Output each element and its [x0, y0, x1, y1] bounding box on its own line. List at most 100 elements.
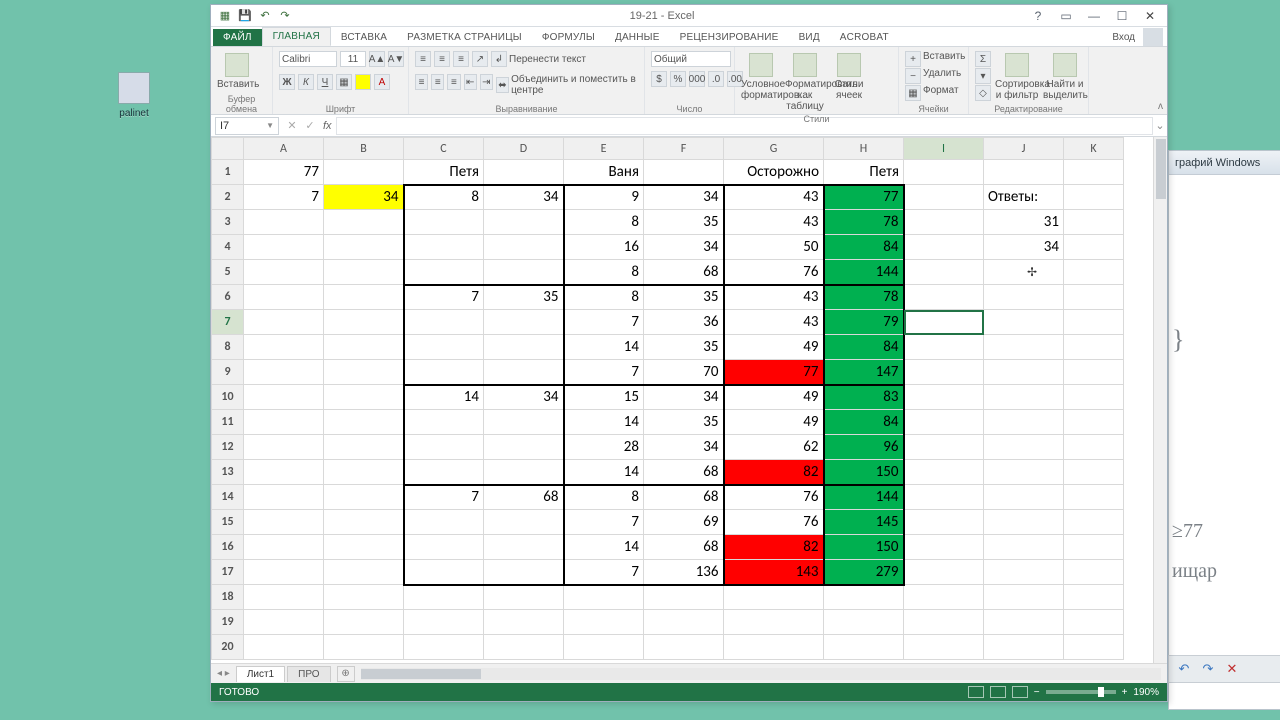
- cell[interactable]: [1064, 310, 1124, 335]
- cell[interactable]: 144: [824, 260, 904, 285]
- row-header[interactable]: 9: [212, 360, 244, 385]
- cell[interactable]: [404, 510, 484, 535]
- cell[interactable]: [484, 235, 564, 260]
- cell[interactable]: [324, 510, 404, 535]
- cell[interactable]: [244, 560, 324, 585]
- cell[interactable]: 68: [644, 485, 724, 510]
- decrease-font-icon[interactable]: A▼: [388, 51, 404, 67]
- underline-button[interactable]: Ч: [317, 74, 333, 90]
- column-header[interactable]: C: [404, 138, 484, 160]
- cell[interactable]: 96: [824, 435, 904, 460]
- cell[interactable]: [984, 460, 1064, 485]
- cell[interactable]: [484, 585, 564, 610]
- cell[interactable]: [984, 335, 1064, 360]
- clear-icon[interactable]: ◇: [975, 85, 991, 101]
- cell[interactable]: [904, 385, 984, 410]
- cell[interactable]: [984, 485, 1064, 510]
- cell[interactable]: [904, 185, 984, 210]
- delete-cells-button[interactable]: −Удалить: [905, 68, 961, 84]
- cell[interactable]: [404, 610, 484, 635]
- cell[interactable]: Ответы:: [984, 185, 1064, 210]
- cell[interactable]: 68: [644, 535, 724, 560]
- tab-layout[interactable]: РАЗМЕТКА СТРАНИЦЫ: [397, 29, 532, 46]
- find-select-button[interactable]: Найти и выделить: [1043, 51, 1087, 101]
- sheet-tab[interactable]: ПРО: [287, 666, 330, 682]
- cell[interactable]: 76: [724, 510, 824, 535]
- row-header[interactable]: 14: [212, 485, 244, 510]
- cell[interactable]: [404, 435, 484, 460]
- vertical-scrollbar[interactable]: [1153, 137, 1167, 663]
- cell[interactable]: [244, 635, 324, 660]
- cell[interactable]: [984, 560, 1064, 585]
- cell[interactable]: 78: [824, 210, 904, 235]
- cell[interactable]: [244, 310, 324, 335]
- tab-insert[interactable]: ВСТАВКА: [331, 29, 397, 46]
- cell[interactable]: [904, 635, 984, 660]
- cell[interactable]: [1064, 585, 1124, 610]
- select-all-corner[interactable]: [212, 138, 244, 160]
- cell[interactable]: 43: [724, 185, 824, 210]
- redo-icon[interactable]: ↷: [1199, 660, 1217, 678]
- cancel-formula-icon[interactable]: ✕: [283, 117, 301, 135]
- cell[interactable]: [564, 635, 644, 660]
- cell[interactable]: 34: [644, 385, 724, 410]
- row-header[interactable]: 8: [212, 335, 244, 360]
- cell[interactable]: 68: [644, 260, 724, 285]
- paste-button[interactable]: Вставить: [217, 51, 257, 90]
- cell[interactable]: [984, 160, 1064, 185]
- indent-dec-icon[interactable]: ⇤: [464, 74, 477, 90]
- cell[interactable]: [324, 160, 404, 185]
- cell[interactable]: [1064, 210, 1124, 235]
- align-left-icon[interactable]: ≡: [415, 74, 428, 90]
- cell[interactable]: 43: [724, 285, 824, 310]
- cell[interactable]: [904, 235, 984, 260]
- row-header[interactable]: 4: [212, 235, 244, 260]
- cell[interactable]: [1064, 560, 1124, 585]
- cell[interactable]: 9: [564, 185, 644, 210]
- spreadsheet-grid[interactable]: ABCDEFGHIJK 177ПетяВаняОсторожноПетя2734…: [211, 137, 1124, 660]
- cell[interactable]: 7: [564, 360, 644, 385]
- cell[interactable]: 14: [564, 535, 644, 560]
- currency-icon[interactable]: $: [651, 71, 667, 87]
- cell[interactable]: [244, 335, 324, 360]
- cell[interactable]: Осторожно: [724, 160, 824, 185]
- cell[interactable]: [824, 585, 904, 610]
- cell[interactable]: 70: [644, 360, 724, 385]
- orientation-icon[interactable]: ↗: [472, 51, 488, 67]
- column-header[interactable]: J: [984, 138, 1064, 160]
- tab-acrobat[interactable]: ACROBAT: [830, 29, 899, 46]
- cell[interactable]: [1064, 535, 1124, 560]
- cell[interactable]: [1064, 435, 1124, 460]
- zoom-out-button[interactable]: −: [1034, 687, 1040, 698]
- increase-font-icon[interactable]: A▲: [369, 51, 385, 67]
- cell[interactable]: 35: [644, 335, 724, 360]
- cell[interactable]: [984, 610, 1064, 635]
- cell[interactable]: [244, 435, 324, 460]
- fill-icon[interactable]: ▾: [975, 68, 991, 84]
- cell[interactable]: 8: [564, 485, 644, 510]
- cell[interactable]: [984, 635, 1064, 660]
- name-box[interactable]: I7 ▼: [215, 117, 279, 135]
- maximize-button[interactable]: ☐: [1109, 7, 1135, 25]
- cell[interactable]: [324, 335, 404, 360]
- view-layout-icon[interactable]: [990, 686, 1006, 698]
- cell[interactable]: 35: [484, 285, 564, 310]
- cell[interactable]: [984, 310, 1064, 335]
- comma-icon[interactable]: 000: [689, 71, 705, 87]
- minimize-button[interactable]: —: [1081, 7, 1107, 25]
- cell[interactable]: [484, 160, 564, 185]
- cell[interactable]: 49: [724, 385, 824, 410]
- tab-file[interactable]: ФАЙЛ: [213, 29, 262, 46]
- align-right-icon[interactable]: ≡: [447, 74, 460, 90]
- cell[interactable]: [824, 635, 904, 660]
- cell[interactable]: [324, 435, 404, 460]
- fx-label[interactable]: fx: [323, 120, 332, 132]
- cell[interactable]: 7: [404, 485, 484, 510]
- cell[interactable]: 35: [644, 285, 724, 310]
- expand-formula-bar-icon[interactable]: ⌄: [1153, 119, 1167, 132]
- cell[interactable]: 136: [644, 560, 724, 585]
- cell[interactable]: [1064, 510, 1124, 535]
- cell[interactable]: [244, 485, 324, 510]
- cell[interactable]: [644, 635, 724, 660]
- row-header[interactable]: 12: [212, 435, 244, 460]
